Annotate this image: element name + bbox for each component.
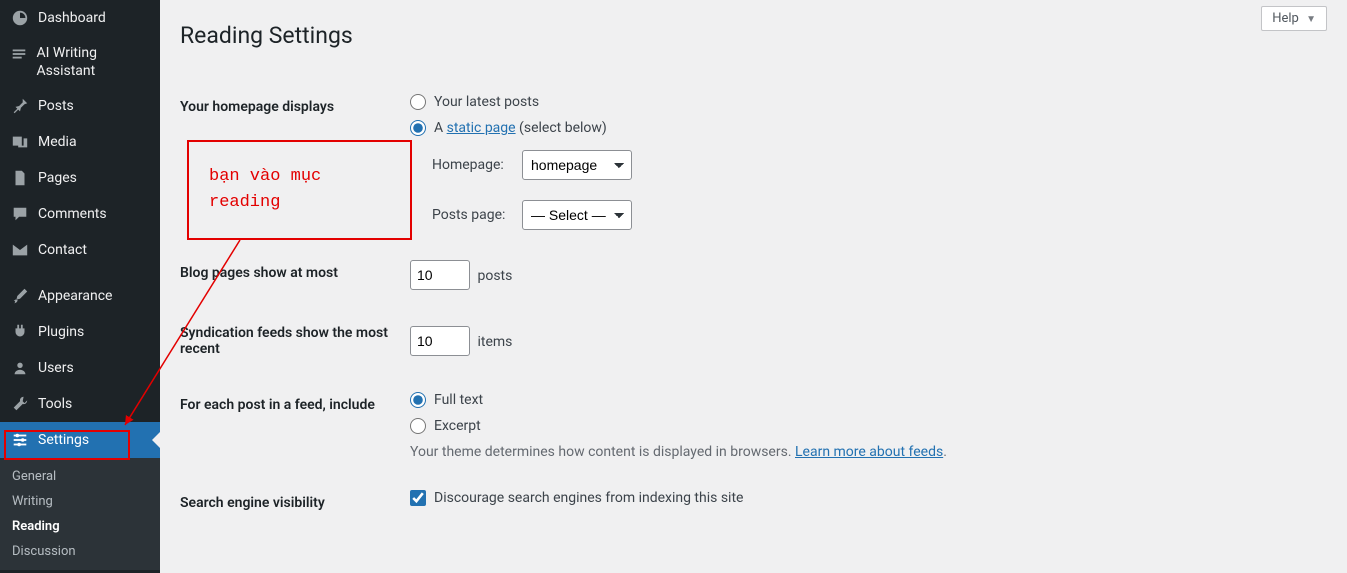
help-tab[interactable]: Help ▼: [1261, 6, 1327, 31]
sidebar-item-appearance[interactable]: Appearance: [0, 278, 160, 314]
sidebar-item-label: Comments: [38, 206, 107, 222]
sidebar-item-label: Settings: [38, 432, 89, 448]
blog-pages-label: Blog pages show at most: [180, 245, 400, 305]
radio-latest-posts-label: Your latest posts: [434, 94, 539, 110]
sidebar-item-contact[interactable]: Contact: [0, 232, 160, 268]
page-title: Reading Settings: [180, 0, 1327, 59]
radio-full-text[interactable]: [410, 392, 426, 408]
sidebar-item-users[interactable]: Users: [0, 350, 160, 386]
sidebar-item-label: Users: [38, 360, 74, 376]
sidebar-item-dashboard[interactable]: Dashboard: [0, 0, 160, 36]
syndication-label: Syndication feeds show the most recent: [180, 305, 400, 377]
sidebar-item-label: Contact: [38, 242, 87, 258]
blog-pages-suffix: posts: [477, 268, 512, 284]
brush-icon: [10, 286, 30, 306]
content-area: Help ▼ Reading Settings Your homepage di…: [160, 0, 1347, 551]
sidebar-item-tools[interactable]: Tools: [0, 386, 160, 422]
comments-icon: [10, 204, 30, 224]
feed-description: Your theme determines how content is dis…: [410, 444, 1317, 460]
search-visibility-label: Search engine visibility: [180, 475, 400, 531]
postspage-select[interactable]: — Select —: [522, 200, 632, 230]
radio-static-page-label: A static page (select below): [434, 120, 607, 136]
sliders-icon: [10, 430, 30, 450]
sidebar-item-settings[interactable]: Settings: [0, 422, 160, 458]
radio-full-text-label: Full text: [434, 392, 483, 408]
sidebar-item-media[interactable]: Media: [0, 124, 160, 160]
sidebar-item-label: Plugins: [38, 324, 84, 340]
submenu-item-reading[interactable]: Reading: [0, 514, 160, 539]
help-label: Help: [1272, 11, 1299, 26]
submenu-item-writing[interactable]: Writing: [0, 489, 160, 514]
radio-static-page[interactable]: [410, 120, 426, 136]
dashboard-icon: [10, 8, 30, 28]
settings-submenu: General Writing Reading Discussion: [0, 458, 160, 570]
checkbox-discourage-label: Discourage search engines from indexing …: [434, 490, 743, 506]
settings-form: Your homepage displays Your latest posts…: [180, 79, 1327, 531]
radio-latest-posts[interactable]: [410, 94, 426, 110]
learn-more-feeds-link[interactable]: Learn more about feeds: [795, 444, 943, 460]
sidebar-item-label: Posts: [38, 98, 74, 114]
chevron-down-icon: ▼: [1306, 14, 1316, 25]
sidebar-item-label: Tools: [38, 396, 72, 412]
wrench-icon: [10, 394, 30, 414]
homepage-select[interactable]: homepage: [522, 150, 632, 180]
sidebar-item-pages[interactable]: Pages: [0, 160, 160, 196]
sidebar-item-label: Media: [38, 134, 77, 150]
ai-icon: [10, 44, 29, 64]
sidebar-item-comments[interactable]: Comments: [0, 196, 160, 232]
mail-icon: [10, 240, 30, 260]
syndication-input[interactable]: [410, 326, 470, 356]
sidebar-item-posts[interactable]: Posts: [0, 88, 160, 124]
submenu-item-discussion[interactable]: Discussion: [0, 539, 160, 564]
admin-sidebar: Dashboard AI Writing Assistant Posts Med…: [0, 0, 160, 573]
users-icon: [10, 358, 30, 378]
sidebar-item-label: Dashboard: [38, 10, 106, 26]
pin-icon: [10, 96, 30, 116]
homepage-displays-label: Your homepage displays: [180, 79, 400, 245]
postspage-select-label: Posts page:: [432, 207, 522, 223]
radio-excerpt-label: Excerpt: [434, 418, 481, 434]
blog-pages-input[interactable]: [410, 260, 470, 290]
feed-include-label: For each post in a feed, include: [180, 377, 400, 475]
plug-icon: [10, 322, 30, 342]
sidebar-item-label: Pages: [38, 170, 77, 186]
sidebar-item-ai-writing[interactable]: AI Writing Assistant: [0, 36, 160, 88]
checkbox-discourage[interactable]: [410, 490, 426, 506]
sidebar-item-plugins[interactable]: Plugins: [0, 314, 160, 350]
syndication-suffix: items: [477, 334, 512, 350]
sidebar-item-label: AI Writing Assistant: [37, 44, 150, 80]
radio-excerpt[interactable]: [410, 418, 426, 434]
submenu-item-general[interactable]: General: [0, 464, 160, 489]
static-page-link[interactable]: static page: [447, 120, 516, 136]
sidebar-item-label: Appearance: [38, 288, 112, 304]
media-icon: [10, 132, 30, 152]
pages-icon: [10, 168, 30, 188]
homepage-select-label: Homepage:: [432, 157, 522, 173]
